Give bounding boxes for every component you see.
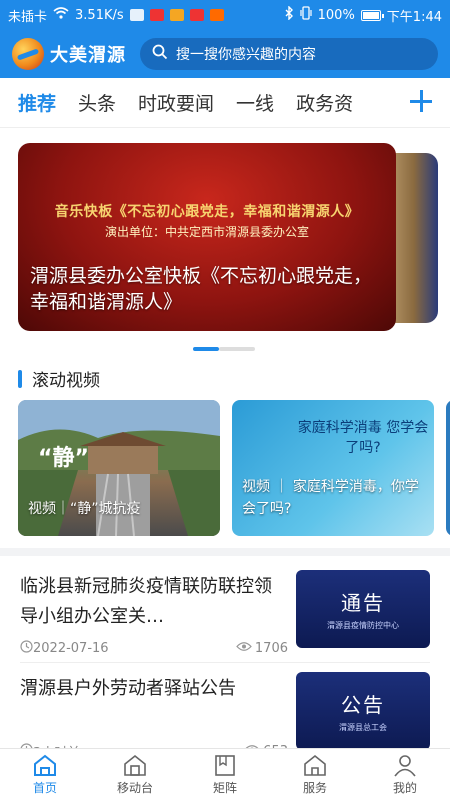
logo-text: 大美渭源 xyxy=(50,45,126,66)
carousel-indicator xyxy=(193,347,255,351)
app-notification-icon xyxy=(149,9,164,21)
clock: 下午1:44 xyxy=(386,9,442,25)
nav-service[interactable]: 服务 xyxy=(270,749,360,800)
banner-poster-org: 演出单位：中共定西市渭源县委办公室 xyxy=(104,225,309,239)
tab-headlines[interactable]: 头条 xyxy=(78,89,116,116)
news-app-icon xyxy=(189,9,204,21)
nav-mobile-station[interactable]: 移动台 xyxy=(90,749,180,800)
clock-icon xyxy=(20,640,33,657)
network-speed: 3.51K/s xyxy=(75,7,124,23)
video-card-partial[interactable] xyxy=(446,400,450,536)
shopping-app-icon xyxy=(209,9,224,21)
section-title: 滚动视频 xyxy=(32,371,100,391)
news-item[interactable]: 临洮县新冠肺炎疫情联防联控领导小组办公室关… 2022-07-16 1706 通… xyxy=(0,566,450,663)
video-card[interactable]: “静” 视频｜“静”城抗疫 xyxy=(18,400,220,536)
news-views: 1706 xyxy=(236,641,288,656)
vibrate-icon xyxy=(300,6,312,24)
service-icon xyxy=(304,754,326,776)
logo-mark-icon xyxy=(12,38,44,70)
nav-profile[interactable]: 我的 xyxy=(360,749,450,800)
section-header: 滚动视频 xyxy=(18,366,100,391)
app-header: 大美渭源 搜一搜你感兴趣的内容 xyxy=(0,32,450,76)
section-marker xyxy=(18,369,22,388)
nav-label: 我的 xyxy=(392,781,417,795)
weibo-icon xyxy=(169,9,184,21)
banner-poster-title: 音乐快板《不忘初心跟党走，幸福和谐渭源人》 xyxy=(54,204,360,220)
search-icon xyxy=(152,44,168,64)
thumbnail-text: 公告 xyxy=(341,693,385,717)
news-title: 渭源县户外劳动者驿站公告 xyxy=(20,678,236,699)
indicator-active xyxy=(193,347,219,351)
eye-icon xyxy=(236,641,252,656)
thumbnail-subtext: 渭源县疫情防控中心 xyxy=(327,621,399,630)
battery-icon xyxy=(360,9,384,21)
top-bar: 未插卡 3.51K/s 100% 下午1:44 大美渭源 搜一搜你感兴趣的内容 xyxy=(0,0,450,78)
nav-label: 服务 xyxy=(302,781,327,795)
views-count: 1706 xyxy=(254,641,288,656)
news-separator xyxy=(20,662,430,663)
tab-government-info[interactable]: 政务资 xyxy=(296,89,353,116)
nav-home[interactable]: 首页 xyxy=(0,749,90,800)
nav-label: 首页 xyxy=(32,781,57,795)
nav-label: 移动台 xyxy=(116,781,153,795)
video-title: 视频 ｜ 家庭科学消毒，你学会了吗? xyxy=(242,479,419,517)
tab-frontline[interactable]: 一线 xyxy=(236,89,274,116)
notification-icon xyxy=(129,9,144,21)
status-bar: 未插卡 3.51K/s 100% 下午1:44 xyxy=(0,0,450,30)
tab-politics-news[interactable]: 时政要闻 xyxy=(138,89,214,116)
thumbnail-subtext: 渭源县总工会 xyxy=(339,723,387,732)
video-scroller[interactable]: “静” 视频｜“静”城抗疫 家庭科学消毒 您学会了吗? 视频 ｜ 家庭科学消毒，… xyxy=(18,400,450,536)
banner-carousel[interactable]: 音乐快板《不忘初心跟党走，幸福和谐渭源人》 演出单位：中共定西市渭源县委办公室 … xyxy=(18,143,438,333)
news-meta: 2022-07-16 1706 xyxy=(20,640,288,657)
news-thumbnail: 公告 渭源县总工会 xyxy=(296,672,430,750)
banner-slide[interactable]: 音乐快板《不忘初心跟党走，幸福和谐渭源人》 演出单位：中共定西市渭源县委办公室 … xyxy=(18,143,396,331)
thumbnail-text: 通告 xyxy=(341,591,385,615)
bluetooth-icon xyxy=(284,5,294,24)
tv-station-icon xyxy=(124,754,146,776)
app-logo: 大美渭源 xyxy=(12,38,126,70)
home-icon xyxy=(34,754,56,776)
news-title: 临洮县新冠肺炎疫情联防联控领导小组办公室关… xyxy=(20,576,272,627)
news-date: 2022-07-16 xyxy=(33,641,109,656)
profile-icon xyxy=(394,755,416,777)
nav-matrix[interactable]: 矩阵 xyxy=(180,749,270,800)
video-deco-text: “静” xyxy=(38,446,89,471)
channel-tabs: 推荐 头条 时政要闻 一线 政务资 xyxy=(0,78,450,128)
carrier-text: 未插卡 xyxy=(8,9,48,25)
add-channel-icon[interactable] xyxy=(408,88,434,114)
section-divider xyxy=(0,548,450,556)
video-title: 视频｜“静”城抗疫 xyxy=(28,501,141,517)
tab-recommend[interactable]: 推荐 xyxy=(18,89,56,116)
banner-caption: 渭源县委办公室快板《不忘初心跟党走，幸福和谐渭源人》 xyxy=(30,265,373,313)
news-item[interactable]: 渭源县户外劳动者驿站公告 3小时前 653 公告 渭源县总工会 xyxy=(0,668,450,761)
search-bar[interactable]: 搜一搜你感兴趣的内容 xyxy=(140,38,438,70)
wifi-icon xyxy=(53,7,69,23)
video-deco-text: 家庭科学消毒 您学会了吗? xyxy=(297,420,429,456)
indicator-inactive xyxy=(219,347,255,351)
matrix-icon xyxy=(215,755,235,776)
nav-label: 矩阵 xyxy=(212,781,237,795)
news-thumbnail: 通告 渭源县疫情防控中心 xyxy=(296,570,430,648)
video-card[interactable]: 家庭科学消毒 您学会了吗? 视频 ｜ 家庭科学消毒，你学会了吗? xyxy=(232,400,434,536)
bottom-nav: 首页 移动台 矩阵 服务 我的 xyxy=(0,748,450,800)
search-placeholder: 搜一搜你感兴趣的内容 xyxy=(176,47,316,63)
battery-percent: 100% xyxy=(317,7,355,23)
